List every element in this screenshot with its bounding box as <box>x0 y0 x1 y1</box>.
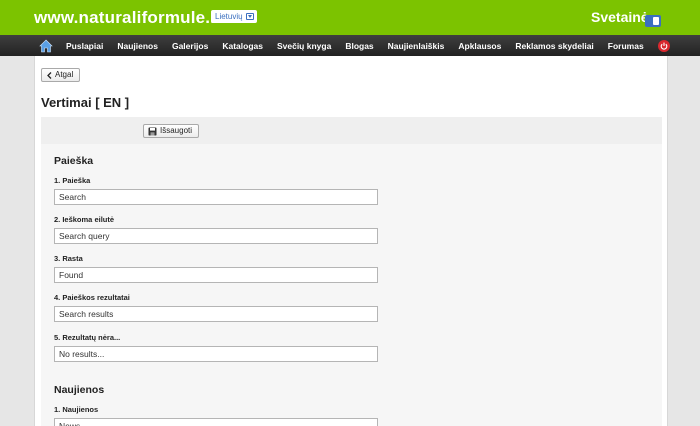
home-icon[interactable] <box>39 39 53 53</box>
page-gutter <box>668 56 700 426</box>
nav-item-reklamos-skydeliai[interactable]: Reklamos skydeliai <box>515 41 593 51</box>
nav-item-katalogas[interactable]: Katalogas <box>222 41 263 51</box>
field-label: 1. Paieška <box>54 176 91 185</box>
site-title[interactable]: www.naturaliformule.lt <box>34 8 221 28</box>
save-button-label: Išsaugoti <box>160 126 193 135</box>
brand-logo-icon <box>645 15 661 27</box>
search-translation-input[interactable] <box>54 189 378 205</box>
no-results-translation-input[interactable] <box>54 346 378 362</box>
chevron-left-icon <box>47 71 52 79</box>
found-translation-input[interactable] <box>54 267 378 283</box>
field-label: 1. Naujienos <box>54 405 99 414</box>
language-label: Lietuvių <box>215 12 243 21</box>
power-icon[interactable] <box>657 39 670 52</box>
main-navigation: Puslapiai Naujienos Galerijos Katalogas … <box>0 35 700 56</box>
nav-item-naujienos[interactable]: Naujienos <box>117 41 158 51</box>
nav-item-puslapiai[interactable]: Puslapiai <box>66 41 103 51</box>
field-label: 3. Rasta <box>54 254 83 263</box>
nav-item-sveciu-knyga[interactable]: Svečių knyga <box>277 41 331 51</box>
save-button[interactable]: Išsaugoti <box>143 124 200 138</box>
content-panel: Atgal Vertimai [ EN ] Išsaugoti Paieška … <box>34 56 668 426</box>
top-header: www.naturaliformule.lt Lietuvių Svetainė <box>0 0 700 35</box>
form-toolbar: Išsaugoti <box>41 117 662 144</box>
nav-item-apklausos[interactable]: Apklausos <box>458 41 501 51</box>
search-query-translation-input[interactable] <box>54 228 378 244</box>
nav-item-galerijos[interactable]: Galerijos <box>172 41 208 51</box>
back-button-label: Atgal <box>55 70 74 79</box>
brand-logo-text[interactable]: Svetainė <box>591 9 649 25</box>
nav-item-forumas[interactable]: Forumas <box>608 41 644 51</box>
nav-item-blogas[interactable]: Blogas <box>345 41 373 51</box>
page-title: Vertimai [ EN ] <box>41 95 130 110</box>
news-translation-input[interactable] <box>54 418 378 426</box>
section-title-search: Paieška <box>54 155 94 167</box>
search-results-translation-input[interactable] <box>54 306 378 322</box>
floppy-disk-icon <box>148 127 157 135</box>
field-label: 2. Ieškoma eilutė <box>54 215 115 224</box>
chevron-down-icon <box>245 13 254 20</box>
language-selector[interactable]: Lietuvių <box>211 10 257 23</box>
field-label: 4. Paieškos rezultatai <box>54 293 130 302</box>
section-title-news: Naujienos <box>54 384 105 396</box>
nav-item-naujienlaiskis[interactable]: Naujienlaiškis <box>388 41 445 51</box>
field-label: 5. Rezultatų nėra... <box>54 333 121 342</box>
translation-form: Paieška 1. Paieška 2. Ieškoma eilutė 3. … <box>41 144 662 426</box>
back-button[interactable]: Atgal <box>41 68 81 82</box>
